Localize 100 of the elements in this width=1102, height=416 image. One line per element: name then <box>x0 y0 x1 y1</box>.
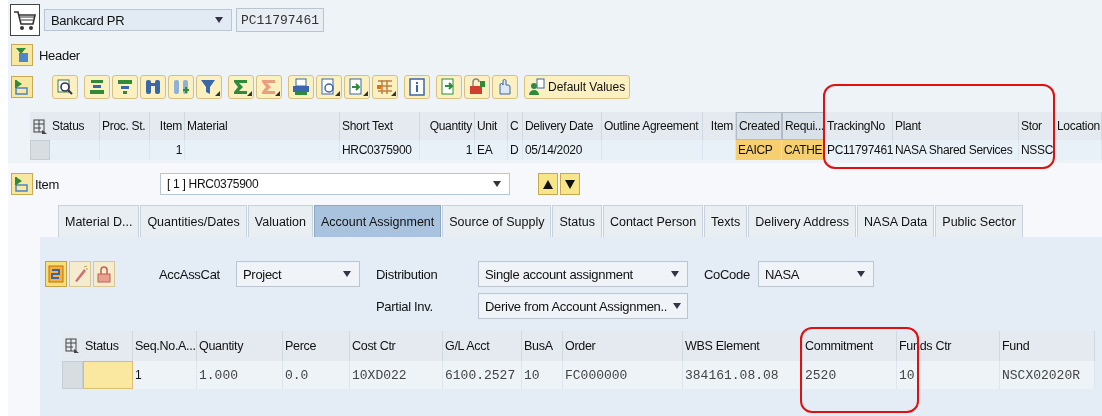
caret-icon <box>247 91 252 96</box>
caret-icon <box>857 271 865 277</box>
field-label: Distribution <box>375 266 439 282</box>
tab[interactable]: Delivery Address <box>748 205 857 237</box>
column-header[interactable]: Created <box>736 112 782 140</box>
table-cell: 1 <box>150 140 185 160</box>
table-cell: 384161.08.08 <box>683 361 803 389</box>
up-arrow-icon <box>543 179 553 189</box>
table-cell: 10XD022 <box>350 361 443 389</box>
tab[interactable]: Valuation <box>247 205 313 237</box>
table-cell: D <box>508 140 523 160</box>
column-header[interactable]: Cost Ctr <box>350 331 443 361</box>
caret-icon <box>343 271 351 277</box>
table-cell: 2520 <box>803 361 897 389</box>
column-header[interactable]: Item <box>703 112 736 140</box>
tab[interactable]: Material D... <box>58 205 140 237</box>
tab[interactable]: Quantities/Dates <box>140 205 247 237</box>
selection-dropdown[interactable]: Single account assignment <box>478 261 688 287</box>
column-header[interactable]: Proc. St. <box>100 112 150 140</box>
shopping-cart-icon[interactable] <box>10 4 40 36</box>
column-header[interactable]: Perce <box>283 331 350 361</box>
selection-dropdown[interactable]: Project <box>236 261 360 287</box>
column-header[interactable]: Delivery Date <box>523 112 602 140</box>
table-cell: HRC0375900 <box>340 140 420 160</box>
hand-button[interactable] <box>492 75 518 99</box>
sigma-button[interactable] <box>228 75 254 99</box>
column-header[interactable]: Location <box>1055 112 1102 140</box>
column-header[interactable]: G/L Acct <box>443 331 522 361</box>
grid-button[interactable] <box>372 75 398 99</box>
expand-section-icon[interactable] <box>11 76 33 98</box>
section-label: Header <box>39 47 80 63</box>
table-cell <box>100 140 150 160</box>
tab[interactable]: Account Assignment <box>314 205 442 237</box>
column-header[interactable]: Material <box>185 112 340 140</box>
field-label: AccAssCat <box>158 266 221 282</box>
collapse-section-icon[interactable] <box>11 44 33 66</box>
column-header[interactable]: Status <box>83 331 133 361</box>
sort-button[interactable] <box>112 75 138 99</box>
tab[interactable]: Source of Supply <box>442 205 552 237</box>
lock-button[interactable] <box>464 75 490 99</box>
selection-dropdown[interactable]: Derive from Account Assignmen.. <box>478 293 688 319</box>
printer-button[interactable] <box>288 75 314 99</box>
tab[interactable]: Contact Person <box>602 205 704 237</box>
column-header[interactable]: Fund <box>1000 331 1095 361</box>
document-button[interactable] <box>316 75 342 99</box>
down-arrow-icon <box>565 179 575 189</box>
document-type-dropdown[interactable]: Bankcard PR <box>44 9 232 31</box>
caret-icon <box>335 91 340 96</box>
item-dropdown[interactable]: [ 1 ] HRC0375900 <box>160 173 510 195</box>
column-header[interactable]: Order <box>563 331 683 361</box>
printer-icon <box>291 77 311 97</box>
caret-icon <box>275 91 280 96</box>
column-header[interactable]: Plant <box>893 112 1019 140</box>
column-header[interactable]: BusA <box>522 331 563 361</box>
sigma-button[interactable] <box>256 75 282 99</box>
column-header[interactable]: Commitment <box>803 331 897 361</box>
column-header[interactable]: Quantity <box>420 112 475 140</box>
column-header[interactable]: TrackingNo <box>825 112 893 140</box>
lock-button[interactable] <box>93 261 115 287</box>
table-layout-icon[interactable] <box>30 112 50 140</box>
tab[interactable]: Texts <box>704 205 748 237</box>
document-button[interactable] <box>436 75 462 99</box>
table-layout-icon[interactable] <box>62 331 83 359</box>
table-cell: EA <box>475 140 508 160</box>
column-header[interactable]: Seq.No.A... <box>133 331 197 361</box>
previous-item-button[interactable] <box>538 173 558 195</box>
sort-button[interactable] <box>84 75 110 99</box>
table-cell: FC000000 <box>563 361 683 389</box>
document-number-field[interactable]: PC11797461 <box>236 8 324 32</box>
default-values-button[interactable]: Default Values <box>524 75 631 99</box>
next-item-button[interactable] <box>560 173 580 195</box>
sort-icon <box>115 77 135 97</box>
info-button[interactable] <box>404 75 430 99</box>
column-header[interactable]: Item <box>150 112 185 140</box>
edit-button[interactable] <box>69 261 91 287</box>
lock-icon <box>467 77 487 97</box>
sort-icon <box>87 77 107 97</box>
tab[interactable]: NASA Data <box>857 205 935 237</box>
column-header[interactable]: Quantity <box>197 331 283 361</box>
expand-section-icon[interactable] <box>11 173 33 195</box>
column-header[interactable]: Outline Agreement <box>602 112 703 140</box>
column-header[interactable]: Short Text <box>340 112 420 140</box>
magnifier-button[interactable] <box>52 75 78 99</box>
column-header[interactable]: Status <box>50 112 100 140</box>
column-header[interactable]: Requi... <box>782 112 825 140</box>
column-header[interactable]: C <box>508 112 523 140</box>
column-header[interactable]: WBS Element <box>683 331 803 361</box>
export-button[interactable] <box>344 75 370 99</box>
column-header[interactable]: Stor <box>1019 112 1055 140</box>
field-label: CoCode <box>703 266 751 282</box>
filter-button[interactable] <box>196 75 222 99</box>
column-header[interactable]: Unit <box>475 112 508 140</box>
selection-dropdown[interactable]: NASA <box>758 261 874 287</box>
table-cell: 10 <box>522 361 563 389</box>
table-cell: 6100.2527 <box>443 361 522 389</box>
tab[interactable]: Public Sector <box>935 205 1023 237</box>
tab[interactable]: Status <box>552 205 602 237</box>
field-label: Partial Inv. <box>375 298 434 314</box>
caret-icon <box>363 91 368 96</box>
person-icon <box>529 78 545 96</box>
